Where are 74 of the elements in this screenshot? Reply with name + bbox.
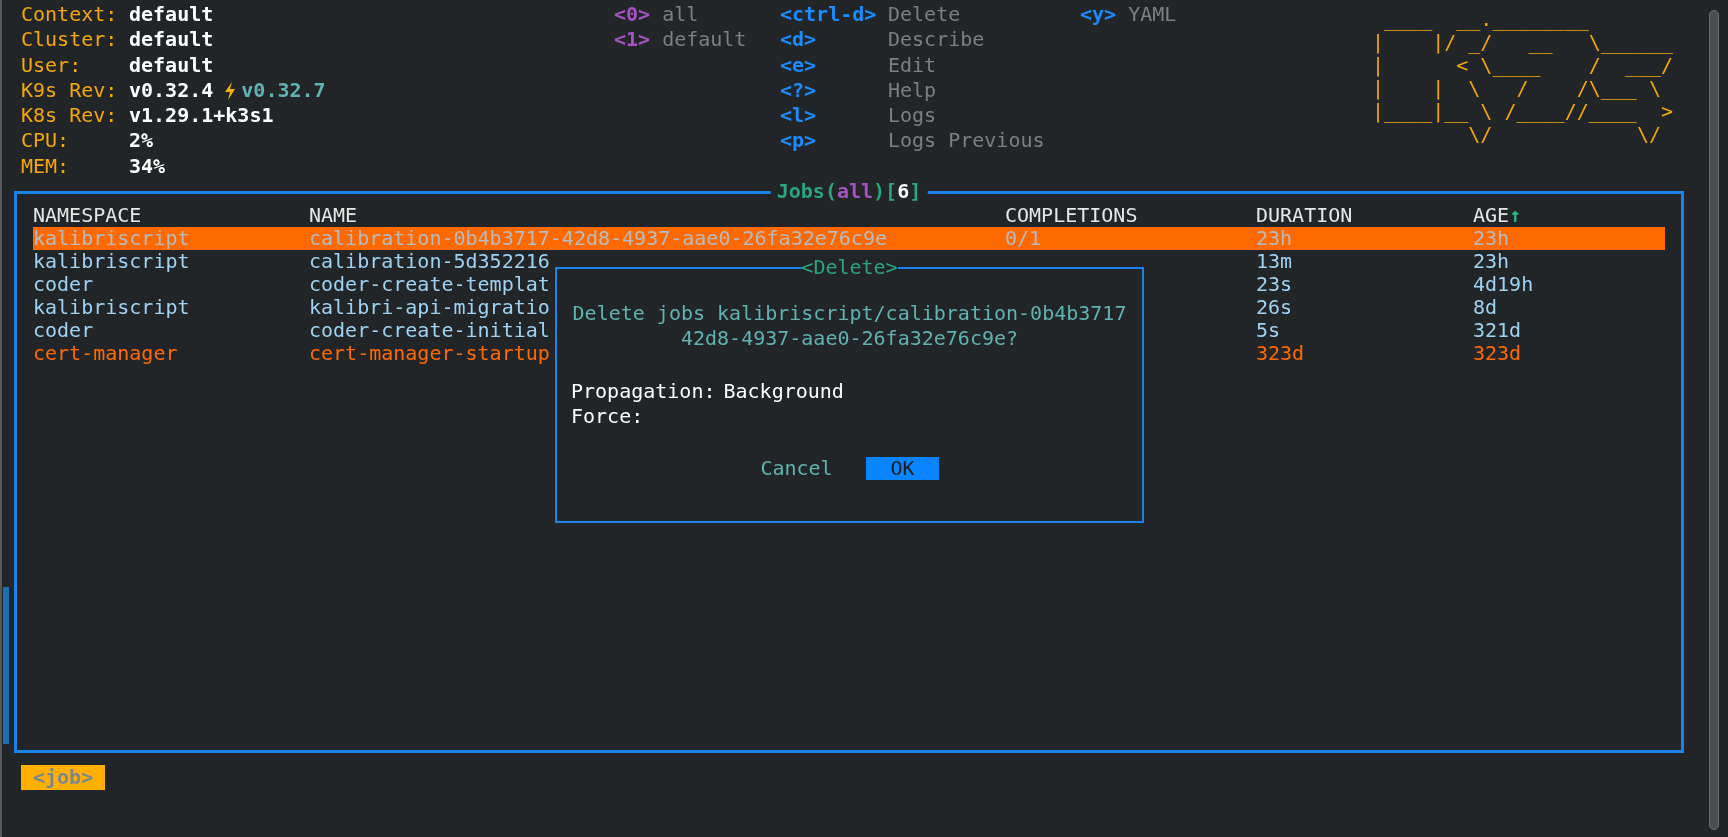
shortcut-key: <d>: [780, 27, 876, 53]
table-cell: kalibriscript: [33, 227, 190, 251]
table-cell: 23h: [1256, 227, 1293, 251]
table-cell: 321d: [1473, 319, 1522, 343]
column-header[interactable]: COMPLETIONS: [1005, 204, 1138, 228]
table-cell: kalibri-api-migratio: [309, 296, 550, 320]
info-label: MEM:: [21, 153, 71, 180]
shortcut-label: Delete: [888, 2, 961, 28]
column-header[interactable]: NAMESPACE: [33, 204, 142, 228]
table-cell: 26s: [1256, 296, 1293, 320]
info-label: K9s Rev:: [21, 77, 119, 104]
info-label: Cluster:: [21, 27, 119, 53]
table-cell: 8d: [1473, 296, 1498, 320]
info-value: default: [129, 52, 214, 78]
shortcut-label: Logs: [888, 103, 937, 129]
info-label: User:: [21, 52, 83, 78]
table-cell: 23h: [1473, 227, 1510, 251]
info-label: CPU:: [21, 128, 71, 154]
info-value: 34%: [129, 153, 166, 180]
info-value: default: [129, 27, 214, 53]
table-cell: coder-create-templat: [309, 273, 550, 297]
table-cell: 23h: [1473, 250, 1510, 274]
field-label: Force:: [571, 403, 644, 430]
column-header[interactable]: AGE↑: [1473, 204, 1522, 228]
field-label: Propagation:: [571, 378, 716, 404]
info-value: v1.29.1+k3s1: [129, 103, 274, 129]
table-cell: 13m: [1256, 250, 1293, 274]
table-cell: 5s: [1256, 319, 1281, 343]
column-header[interactable]: DURATION: [1256, 204, 1353, 228]
table-cell: cert-manager: [33, 342, 178, 366]
update-version: v0.32.7: [241, 77, 326, 104]
column-header[interactable]: NAME: [309, 204, 358, 228]
table-cell: kalibriscript: [33, 250, 190, 274]
shortcut-label: Describe: [888, 27, 985, 53]
shortcut-key: <?>: [780, 77, 876, 104]
shortcut-key: <y>: [1080, 2, 1117, 28]
table-cell: coder: [33, 319, 94, 343]
shortcut-label: YAML: [1128, 2, 1177, 28]
shortcut-label: Logs Previous: [888, 128, 1045, 154]
table-cell: coder: [33, 273, 94, 297]
shortcut-key: <ctrl-d>: [780, 2, 876, 28]
shortcut-key: <l>: [780, 103, 876, 129]
table-cell: calibration-5d352216: [309, 250, 550, 274]
table-cell: 4d19h: [1473, 273, 1534, 297]
shortcut-key: <e>: [780, 52, 876, 78]
table-cell: 323d: [1473, 342, 1522, 366]
shortcut-key: <1>: [614, 27, 651, 53]
table-cell: kalibriscript: [33, 296, 190, 320]
info-value: default: [129, 2, 214, 28]
info-value: 2%: [129, 128, 154, 154]
lightning-icon: [223, 80, 238, 101]
dialog-message: Delete jobs kalibriscript/calibration-0b4b3717: [571, 301, 1128, 327]
table-cell: calibration-0b4b3717-42d8-4937-aae0-26fa32e76c9e: [309, 227, 887, 251]
dialog-message: 42d8-4937-aae0-26fa32e76c9e?: [679, 326, 1020, 352]
field-value[interactable]: Background: [723, 378, 844, 404]
table-cell: coder-create-initial: [309, 319, 550, 343]
shortcut-key: <0>: [614, 2, 651, 28]
shortcut-label: default: [662, 27, 747, 53]
info-label: Context:: [21, 2, 119, 28]
shortcut-key: <p>: [780, 128, 876, 154]
breadcrumb: <job>: [21, 765, 106, 791]
ascii-logo: ____ __.________ | |/ _/ __ \______ | < \____ / ___/ | | \ / /\___ \ |____|__ \ /____//____ > \/ \/: [1372, 6, 1674, 148]
shortcut-label: Edit: [888, 52, 937, 78]
info-value: v0.32.4: [129, 77, 214, 104]
scrollbar-thumb[interactable]: [1709, 10, 1719, 830]
shortcut-label: Help: [888, 77, 937, 104]
table-cell: 0/1: [1005, 227, 1042, 251]
dialog-button[interactable]: Cancel: [760, 457, 833, 481]
table-cell: 23s: [1256, 273, 1293, 297]
info-label: K8s Rev:: [21, 103, 119, 129]
table-cell: 323d: [1256, 342, 1305, 366]
shortcut-label: all: [662, 2, 699, 28]
table-cell: cert-manager-startup: [309, 342, 550, 366]
dialog-button[interactable]: OK: [866, 457, 939, 481]
